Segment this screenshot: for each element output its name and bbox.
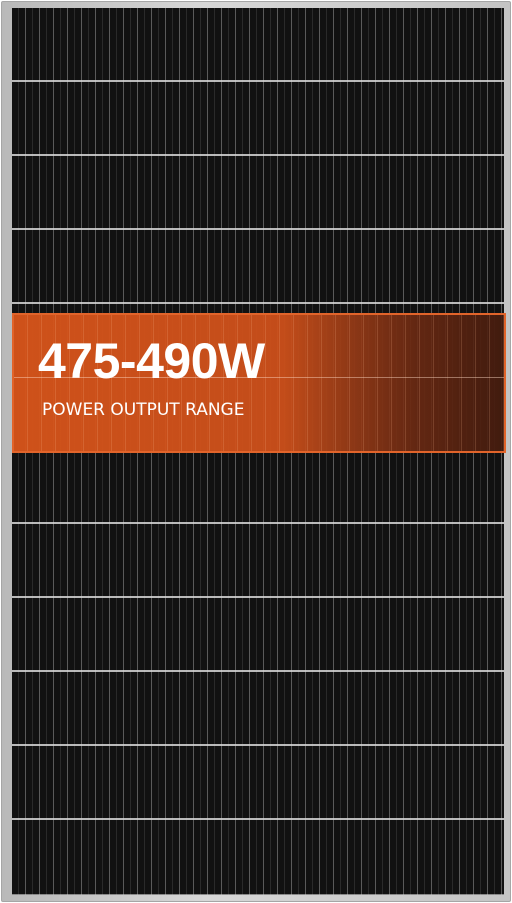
cell-row-separator (12, 744, 504, 746)
cell-row-separator (12, 522, 504, 524)
cell-row-separator (12, 80, 504, 82)
cell-row-separator (12, 228, 504, 230)
power-range-subtitle: POWER OUTPUT RANGE (42, 400, 245, 420)
cell-row-separator (12, 818, 504, 820)
cell-row-separator (12, 302, 504, 304)
power-output-banner: 475-490W POWER OUTPUT RANGE (12, 313, 506, 453)
power-range-title: 475-490W (38, 333, 265, 389)
cell-row-separator (12, 596, 504, 598)
cell-row-separator (12, 894, 504, 895)
cell-row-separator (12, 670, 504, 672)
cell-row-separator (12, 154, 504, 156)
